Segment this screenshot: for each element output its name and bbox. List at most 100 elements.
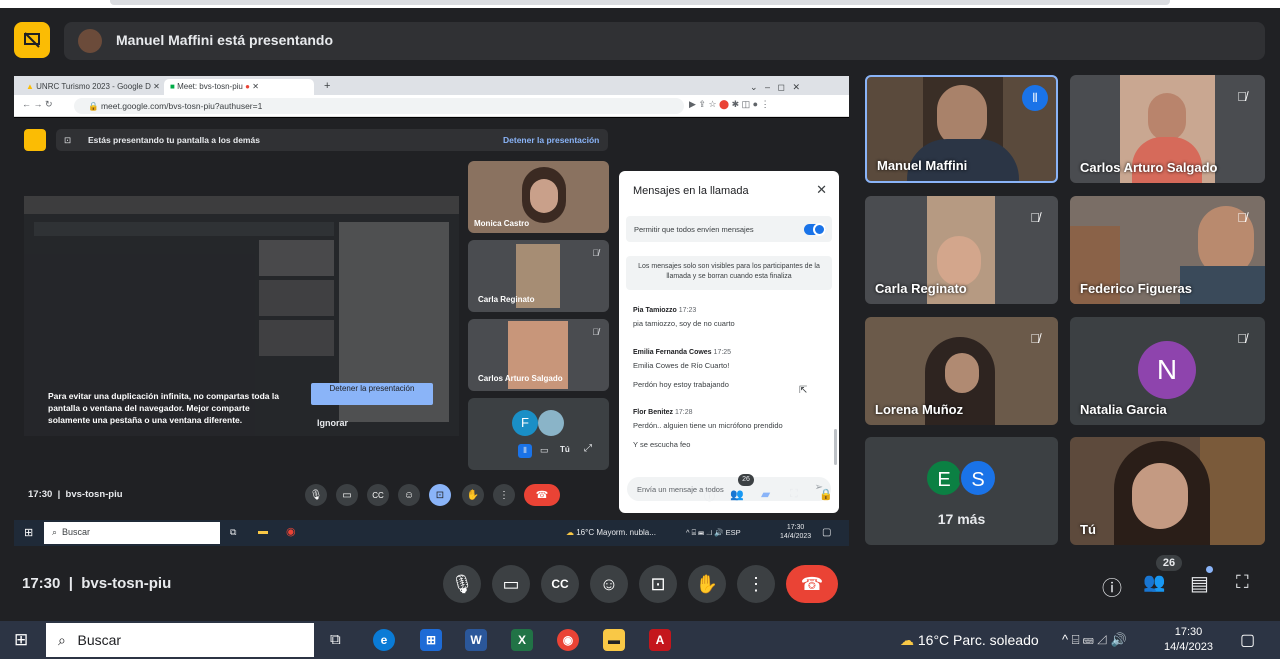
extension-icons[interactable]: ▶ ⇪ ☆ ⬤ ✱ ◫ ● ⋮: [689, 99, 770, 110]
end-call-button[interactable]: ☎: [524, 484, 560, 506]
participant-tile[interactable]: 🎙̸ Carla Reginato: [865, 196, 1058, 304]
chrome-address-bar: ← → ↻ 🔒 meet.google.com/bvs-tosn-piu?aut…: [14, 95, 849, 117]
drive-icon: ▲: [26, 82, 34, 91]
mic-button[interactable]: 🎙: [443, 565, 481, 603]
raise-hand-button[interactable]: ✋: [688, 565, 726, 603]
captions-button[interactable]: CC: [541, 565, 579, 603]
ignore-button[interactable]: Ignorar: [317, 418, 348, 428]
end-call-button[interactable]: ☎: [786, 565, 838, 603]
chrome-tab-active[interactable]: ■ Meet: bvs-tosn-piu ● ✕: [164, 79, 314, 95]
chat-icon[interactable]: ▤: [1190, 571, 1209, 596]
chat-input[interactable]: Envía un mensaje a todos ➢: [627, 477, 831, 501]
stop-presenting-button[interactable]: Detener la presentación: [311, 383, 433, 405]
inner-meet-view: ⊡ Estás presentando tu pantalla a los de…: [14, 118, 849, 546]
raise-hand-button[interactable]: ✋: [462, 484, 484, 506]
browser-top-strip: [0, 0, 1280, 8]
participant-tile[interactable]: 🎙̸ Federico Figueras: [1070, 196, 1265, 304]
stop-presenting-link[interactable]: Detener la presentación: [503, 135, 599, 145]
url-field[interactable]: 🔒 meet.google.com/bvs-tosn-piu?authuser=…: [74, 98, 684, 114]
system-tray[interactable]: ^ ⌸ ⌨ ◿ 🔊 ESP: [686, 528, 741, 538]
taskbar-clock[interactable]: 17:30 14/4/2023: [780, 523, 811, 541]
more-options-button[interactable]: ⋮: [493, 484, 515, 506]
allow-messages-row: Permitir que todos envíen mensajes: [626, 216, 832, 242]
chat-notification-dot: [1206, 566, 1213, 573]
window-controls[interactable]: ⌄ – ◻ ✕: [744, 79, 806, 95]
emoji-button[interactable]: ☺: [590, 565, 628, 603]
participant-tile[interactable]: N 🎙̸ Natalia Garcia: [1070, 317, 1265, 425]
people-icon[interactable]: 👥: [730, 488, 744, 501]
people-icon[interactable]: 👥: [1143, 572, 1165, 593]
weather-widget[interactable]: ☁ 16°C Parc. soleado: [900, 632, 1039, 649]
taskbar-search[interactable]: ⌕ Buscar: [46, 623, 314, 657]
task-view-icon[interactable]: ⧉: [230, 527, 236, 538]
people-count-badge: 26: [738, 474, 754, 486]
present-button[interactable]: ⊡: [429, 484, 451, 506]
mic-button[interactable]: 🎙: [305, 484, 327, 506]
mic-off-icon: 🎙̸: [592, 327, 599, 337]
participant-tile[interactable]: 🎙̸ Lorena Muñoz: [865, 317, 1058, 425]
allow-messages-toggle[interactable]: [804, 223, 826, 236]
chrome-tab-bar: ▲ UNRC Turismo 2023 - Google D ✕ ■ Meet:…: [14, 76, 849, 95]
chrome-icon[interactable]: ◉: [286, 525, 296, 538]
camera-button[interactable]: ▭: [336, 484, 358, 506]
pdf-icon[interactable]: A: [649, 629, 671, 651]
windows-start-icon[interactable]: ⊞: [24, 526, 33, 539]
chrome-icon[interactable]: ◉: [557, 629, 579, 651]
mic-off-icon: 🎙̸: [592, 248, 599, 258]
windows-taskbar: ⊞ ⌕ Buscar ⧉ e ⊞ W X ◉ ▬ A ☁ 16°C Parc. …: [0, 621, 1280, 659]
host-controls-icon[interactable]: 🔒: [819, 488, 833, 501]
participant-tile[interactable]: 🎙̸ Carlos Arturo Salgado: [1070, 75, 1265, 183]
more-participants-tile[interactable]: E S 17 más: [865, 437, 1058, 545]
avatar: N: [1138, 341, 1196, 399]
chat-scrollbar[interactable]: [834, 429, 837, 465]
avatar: E: [925, 459, 963, 497]
present-screen-icon: ⊡: [64, 135, 72, 145]
inner-meeting-info: 17:30 | bvs-tosn-piu: [28, 489, 123, 500]
taskbar-clock[interactable]: 17:30 14/4/2023: [1164, 625, 1213, 655]
inner-taskbar: ⊞ ⌕ Buscar ⧉ ▬ ◉ ☁ 16°C Mayorm. nubla...…: [14, 520, 849, 546]
present-button[interactable]: ⊡: [639, 565, 677, 603]
chat-message: Pia Tamiozzo 17:23 pia tamiozzo, soy de …: [633, 307, 735, 328]
chat-message: Emilia Fernanda Cowes 17:25 Emilia Cowes…: [633, 349, 732, 389]
windows-start-icon[interactable]: ⊞: [14, 630, 28, 650]
presenter-avatar: [78, 29, 102, 53]
chat-title: Mensajes en la llamada: [633, 185, 749, 197]
info-icon[interactable]: ⓘ: [1102, 572, 1122, 601]
excel-icon[interactable]: X: [511, 629, 533, 651]
meeting-info: 17:30 | bvs-tosn-piu: [22, 575, 172, 592]
notifications-icon[interactable]: ▢: [1240, 630, 1255, 650]
camera-icon[interactable]: ▭: [540, 445, 549, 456]
presenter-banner: Manuel Maffini está presentando: [64, 22, 1265, 60]
presenting-icon[interactable]: [14, 22, 50, 58]
weather-widget[interactable]: ☁ 16°C Mayorm. nubla...: [566, 528, 656, 537]
meet-icon: ■: [170, 82, 175, 91]
inner-tile-self: F ⦀ ▭ Tú ⤢: [468, 398, 609, 470]
camera-button[interactable]: ▭: [492, 565, 530, 603]
edge-icon[interactable]: e: [373, 629, 395, 651]
info-icon[interactable]: ⓘ: [704, 488, 715, 504]
store-icon[interactable]: ⊞: [420, 629, 442, 651]
participant-tile[interactable]: ⦀ Manuel Maffini: [865, 75, 1058, 183]
notifications-icon[interactable]: ▢: [822, 527, 831, 538]
chat-message: Flor Benitez 17:28 Perdón.. alguien tien…: [633, 409, 783, 449]
word-icon[interactable]: W: [465, 629, 487, 651]
taskbar-search[interactable]: ⌕ Buscar: [44, 522, 220, 544]
close-chat-icon[interactable]: ✕: [816, 182, 827, 198]
more-options-button[interactable]: ⋮: [737, 565, 775, 603]
folder-icon[interactable]: ▬: [258, 526, 268, 537]
self-tile[interactable]: Tú: [1070, 437, 1265, 545]
activities-icon[interactable]: ⛶: [1236, 572, 1249, 593]
nav-arrows-icon[interactable]: ← → ↻: [22, 99, 53, 110]
chat-icon[interactable]: ▰: [761, 487, 770, 501]
activities-icon[interactable]: ⛶: [790, 488, 798, 501]
expand-icon[interactable]: ⤢: [584, 443, 592, 454]
emoji-button[interactable]: ☺: [398, 484, 420, 506]
avatar: [538, 410, 564, 436]
new-tab-icon[interactable]: +: [318, 77, 336, 93]
folder-icon[interactable]: ▬: [603, 629, 625, 651]
task-view-icon[interactable]: ⧉: [330, 631, 341, 648]
captions-button[interactable]: CC: [367, 484, 389, 506]
mic-off-icon: 🎙̸: [1030, 330, 1040, 346]
chrome-tab[interactable]: ▲ UNRC Turismo 2023 - Google D ✕: [20, 79, 160, 95]
system-tray[interactable]: ^ ⌸ ⌨ ◿ 🔊: [1062, 632, 1127, 648]
